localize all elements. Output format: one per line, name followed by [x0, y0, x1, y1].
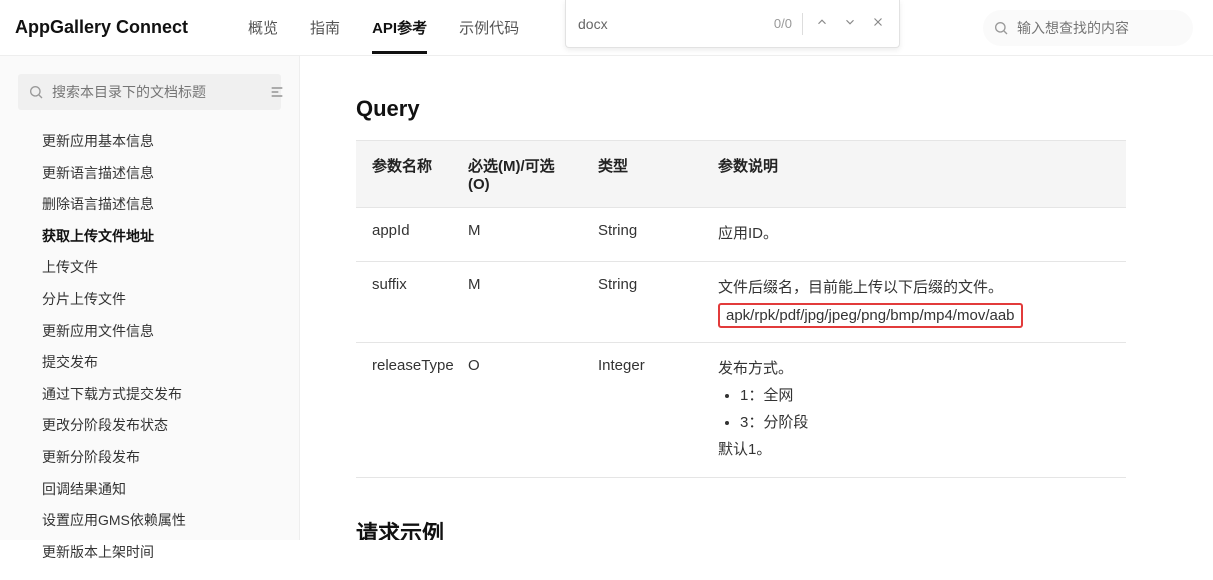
collapse-icon	[269, 84, 285, 100]
cell-required: M	[456, 262, 586, 343]
search-icon	[993, 20, 1009, 36]
cell-type: String	[586, 262, 706, 343]
global-search[interactable]	[983, 10, 1193, 46]
find-close-button[interactable]	[869, 15, 887, 32]
highlight-suffix-list: apk/rpk/pdf/jpg/jpeg/png/bmp/mp4/mov/aab	[718, 303, 1023, 328]
desc-list-item: 3：分阶段	[740, 411, 1114, 432]
desc-line: 发布方式。	[718, 357, 1114, 378]
toc-item[interactable]: 更新语言描述信息	[0, 158, 299, 190]
sidebar-search-input[interactable]	[52, 84, 271, 100]
cell-desc: 应用ID。	[706, 208, 1126, 262]
th-name: 参数名称	[356, 141, 456, 208]
cell-name: appId	[356, 208, 456, 262]
toc-item[interactable]: 更改分阶段发布状态	[0, 410, 299, 442]
find-next-button[interactable]	[841, 15, 859, 32]
toc-item[interactable]: 更新版本上架时间	[0, 537, 299, 569]
cell-name: releaseType	[356, 343, 456, 478]
toc-item[interactable]: 提交发布	[0, 347, 299, 379]
header-tab[interactable]: 示例代码	[459, 1, 519, 54]
toc-item[interactable]: 获取上传文件地址	[0, 221, 299, 253]
header: AppGallery Connect 概览指南 API参考示例代码 0/0	[0, 0, 1213, 56]
cell-name: suffix	[356, 262, 456, 343]
chevron-up-icon	[815, 15, 829, 29]
params-table: 参数名称 必选(M)/可选(O) 类型 参数说明 appIdMString 应用I…	[356, 140, 1126, 478]
find-input[interactable]	[578, 16, 764, 32]
desc-tail: 默认1。	[718, 438, 1114, 459]
section-title-query: Query	[356, 96, 1213, 122]
table-body: appIdMString应用ID。suffixMString文件后缀名，目前能上…	[356, 208, 1126, 478]
toc-item[interactable]: 上传文件	[0, 252, 299, 284]
chevron-down-icon	[843, 15, 857, 29]
th-required: 必选(M)/可选(O)	[456, 141, 586, 208]
header-tab[interactable]: 指南	[310, 1, 340, 54]
toc-item[interactable]: 设置应用GMS依赖属性	[0, 505, 299, 537]
sidebar-search[interactable]	[18, 74, 281, 110]
toc: 更新应用基本信息更新语言描述信息删除语言描述信息获取上传文件地址上传文件分片上传…	[0, 122, 299, 580]
toc-item[interactable]: 分片上传文件	[0, 284, 299, 316]
find-separator	[802, 13, 803, 35]
toc-item[interactable]: 删除语言描述信息	[0, 189, 299, 221]
global-search-input[interactable]	[1017, 20, 1183, 36]
cell-type: String	[586, 208, 706, 262]
header-tab[interactable]: API参考	[372, 1, 427, 54]
header-tabs: 概览指南 API参考示例代码	[248, 1, 519, 54]
toc-item[interactable]: 通过下载方式提交发布	[0, 379, 299, 411]
cell-required: M	[456, 208, 586, 262]
toc-item[interactable]: 更新应用基本信息	[0, 126, 299, 158]
cell-required: O	[456, 343, 586, 478]
table-row: suffixMString 文件后缀名，目前能上传以下后缀的文件。 apk/rpk/…	[356, 262, 1126, 343]
cell-type: Integer	[586, 343, 706, 478]
toc-item[interactable]: 回调结果通知	[0, 474, 299, 506]
desc-line: 文件后缀名，目前能上传以下后缀的文件。	[718, 276, 1114, 297]
close-icon	[871, 15, 885, 29]
find-prev-button[interactable]	[813, 15, 831, 32]
brand-title: AppGallery Connect	[15, 17, 188, 38]
desc-list-item: 1：全网	[740, 384, 1114, 405]
find-in-page-bar: 0/0	[565, 0, 900, 48]
toc-item[interactable]: 更新应用文件信息	[0, 316, 299, 348]
th-type: 类型	[586, 141, 706, 208]
table-row: appIdMString 应用ID。	[356, 208, 1126, 262]
toc-item[interactable]: 更新分阶段发布	[0, 442, 299, 474]
th-desc: 参数说明	[706, 141, 1126, 208]
content: Query 参数名称 必选(M)/可选(O) 类型 参数说明 appIdMStr…	[300, 56, 1213, 540]
header-tab[interactable]: 概览	[248, 1, 278, 54]
cell-desc: 文件后缀名，目前能上传以下后缀的文件。 apk/rpk/pdf/jpg/jpeg/…	[706, 262, 1126, 343]
find-count: 0/0	[774, 16, 792, 31]
table-header-row: 参数名称 必选(M)/可选(O) 类型 参数说明	[356, 141, 1126, 208]
sidebar-collapse-button[interactable]	[265, 80, 289, 104]
table-row: releaseTypeOInteger 发布方式。 1：全网 3：分阶段默认1。	[356, 343, 1126, 478]
cell-desc: 发布方式。 1：全网 3：分阶段默认1。	[706, 343, 1126, 478]
sidebar: 更新应用基本信息更新语言描述信息删除语言描述信息获取上传文件地址上传文件分片上传…	[0, 56, 300, 540]
section-title-example: 请求示例	[356, 516, 1213, 540]
desc-list: 1：全网 3：分阶段	[740, 384, 1114, 432]
body: 更新应用基本信息更新语言描述信息删除语言描述信息获取上传文件地址上传文件分片上传…	[0, 56, 1213, 540]
desc-line: 应用ID。	[718, 222, 1114, 243]
search-icon	[28, 84, 44, 100]
